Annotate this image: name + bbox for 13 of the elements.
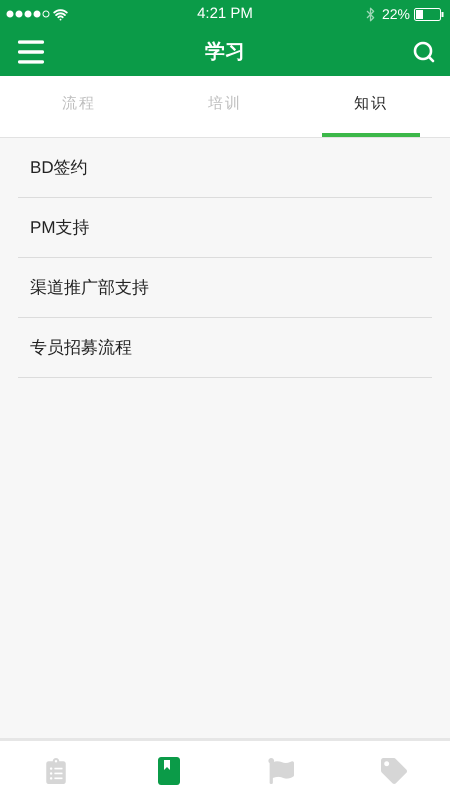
list-item[interactable]: PM支持 [18, 198, 432, 258]
flag-icon [268, 758, 294, 784]
list-item[interactable]: 专员招募流程 [18, 318, 432, 378]
signal-icon [6, 10, 50, 18]
tag-icon [380, 758, 407, 784]
status-time: 4:21 PM [197, 4, 253, 24]
list-item[interactable]: BD签约 [18, 138, 432, 198]
battery-percent: 22% [382, 4, 410, 24]
wifi-icon [53, 6, 68, 22]
battery-icon [414, 8, 444, 20]
list-item[interactable]: 渠道推广部支持 [18, 258, 432, 318]
nav-title: 学习 [204, 40, 246, 65]
tab[interactable]: 知识 [322, 76, 420, 137]
